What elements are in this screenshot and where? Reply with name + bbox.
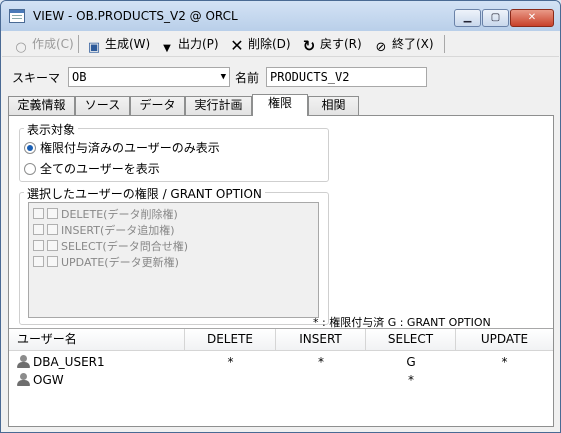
column-header-select[interactable]: SELECT — [366, 329, 456, 351]
grant-option-checkbox[interactable] — [47, 240, 58, 251]
close-button[interactable]: ✕ — [510, 9, 554, 27]
grant-option-checkbox[interactable] — [47, 256, 58, 267]
display-target-title: 表示対象 — [24, 121, 79, 138]
delete-label: 削除(D) — [248, 37, 291, 51]
back-button[interactable]: ↻ 戻す(R) — [301, 34, 362, 54]
privileges-title: 選択したユーザーの権限 / GRANT OPTION — [24, 185, 265, 202]
radio-granted-users-only[interactable]: 権限付与済みのユーザーのみ表示 — [24, 139, 220, 156]
privilege-label: INSERT(データ追加権) — [61, 224, 175, 237]
schema-select[interactable]: OB ▼ — [68, 67, 230, 87]
delete-cell: * — [227, 355, 234, 369]
radio-all-users[interactable]: 全てのユーザーを表示 — [24, 160, 160, 177]
radio-unselected-icon — [24, 163, 36, 175]
schema-value: OB — [72, 70, 87, 84]
update-cell: * — [501, 355, 508, 369]
exit-button[interactable]: ⊘ 終了(X) — [373, 34, 434, 55]
privilege-checklist: DELETE(データ削除権) INSERT(データ追加権) SELECT(データ… — [28, 202, 319, 318]
minimize-button[interactable]: ▁ — [454, 9, 481, 27]
table-row[interactable]: OGW * — [9, 371, 553, 389]
output-dropdown-icon: ▼ — [163, 43, 171, 54]
create-button[interactable]: ○ 作成(C) — [13, 34, 74, 55]
privilege-item-update[interactable]: UPDATE(データ更新権) — [33, 254, 179, 270]
delete-cell — [185, 371, 276, 389]
insert-cell: * — [318, 355, 324, 369]
back-label: 戻す(R) — [320, 37, 362, 51]
radio-selected-icon — [24, 142, 36, 154]
privilege-label: DELETE(データ削除権) — [61, 208, 178, 221]
window-title: VIEW - OB.PRODUCTS_V2 @ ORCL — [33, 9, 238, 23]
privilege-checkbox[interactable] — [33, 240, 44, 251]
column-header-user[interactable]: ユーザー名 — [9, 329, 185, 351]
user-privileges-grid: ユーザー名 DELETE INSERT SELECT UPDATE DBA_US… — [9, 328, 553, 426]
privilege-checkbox[interactable] — [33, 224, 44, 235]
tab-definition[interactable]: 定義情報 — [8, 96, 75, 115]
privilege-checkbox[interactable] — [33, 208, 44, 219]
privilege-label: SELECT(データ問合せ権) — [61, 240, 188, 253]
output-button[interactable]: ▼ 出力(P) — [159, 34, 219, 54]
delete-button[interactable]: ✕ 削除(D) — [229, 34, 291, 55]
delete-icon: ✕ — [230, 36, 244, 55]
chevron-down-icon: ▼ — [220, 72, 226, 82]
user-icon — [17, 373, 30, 386]
tab-data[interactable]: データ — [130, 96, 185, 115]
privileges-panel: 表示対象 権限付与済みのユーザーのみ表示 全てのユーザーを表示 選択したユーザー… — [8, 115, 554, 427]
grant-option-checkbox[interactable] — [47, 224, 58, 235]
create-icon: ○ — [15, 40, 27, 55]
tab-correlation[interactable]: 相関 — [308, 96, 359, 115]
view-window: VIEW - OB.PRODUCTS_V2 @ ORCL ▁ ▢ ✕ ○ 作成(C… — [0, 0, 561, 433]
update-cell — [456, 371, 553, 389]
select-cell: G — [406, 355, 416, 369]
radio-label: 全てのユーザーを表示 — [40, 162, 160, 176]
output-label: 出力(P) — [178, 37, 219, 51]
column-header-delete[interactable]: DELETE — [185, 329, 276, 351]
privilege-checkbox[interactable] — [33, 256, 44, 267]
exit-label: 終了(X) — [392, 37, 434, 51]
column-header-insert[interactable]: INSERT — [276, 329, 366, 351]
table-row[interactable]: DBA_USER1 * * G * — [9, 353, 553, 371]
user-cell: OGW — [17, 371, 64, 389]
user-name: DBA_USER1 — [33, 355, 105, 369]
toolbar-separator — [78, 35, 79, 53]
column-header-update[interactable]: UPDATE — [456, 329, 553, 351]
radio-label: 権限付与済みのユーザーのみ表示 — [40, 141, 220, 155]
name-field[interactable]: PRODUCTS_V2 — [266, 67, 427, 87]
create-label: 作成(C) — [32, 37, 74, 51]
title-bar[interactable]: VIEW - OB.PRODUCTS_V2 @ ORCL ▁ ▢ ✕ — [1, 1, 560, 31]
maximize-button[interactable]: ▢ — [482, 9, 509, 27]
generate-button[interactable]: ▣ 生成(W) — [86, 34, 151, 55]
table-view-icon — [9, 9, 25, 23]
user-cell: DBA_USER1 — [17, 353, 105, 371]
select-cell: * — [408, 373, 414, 387]
tab-source[interactable]: ソース — [75, 96, 130, 115]
tab-privileges[interactable]: 権限 — [252, 94, 308, 116]
insert-cell — [276, 371, 366, 389]
toolbar-separator — [444, 35, 445, 53]
privilege-item-insert[interactable]: INSERT(データ追加権) — [33, 222, 175, 238]
name-label: 名前 — [235, 71, 260, 85]
grant-option-checkbox[interactable] — [47, 208, 58, 219]
schema-label: スキーマ — [12, 71, 61, 85]
privilege-item-delete[interactable]: DELETE(データ削除権) — [33, 206, 178, 222]
user-icon — [17, 355, 30, 368]
generate-label: 生成(W) — [105, 37, 151, 51]
user-name: OGW — [33, 373, 64, 387]
exit-icon: ⊘ — [375, 40, 387, 55]
toolbar: ○ 作成(C) ▣ 生成(W) ▼ 出力(P) ✕ 削除(D) ↻ 戻す(R) ⊘ 終了(X… — [2, 31, 559, 57]
generate-icon: ▣ — [87, 40, 101, 55]
tab-execution-plan[interactable]: 実行計画 — [185, 96, 252, 115]
undo-icon: ↻ — [302, 37, 316, 55]
privilege-label: UPDATE(データ更新権) — [61, 256, 179, 269]
privilege-item-select[interactable]: SELECT(データ問合せ権) — [33, 238, 188, 254]
